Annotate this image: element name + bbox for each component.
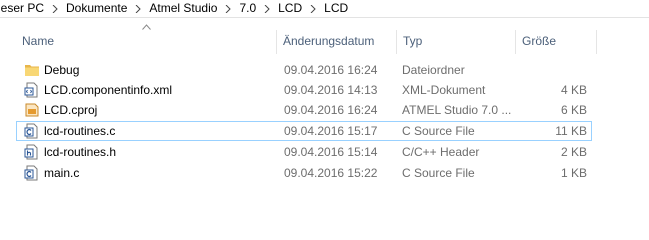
file-name: lcd-routines.c [44,124,116,138]
file-date: 09.04.2016 15:22 [284,166,378,180]
file-size: 1 KB [560,166,587,180]
breadcrumb-7-0[interactable]: 7.0 [235,0,260,17]
breadcrumb-this-pc[interactable]: ieser PC [0,0,48,17]
file-size: 4 KB [560,83,587,97]
folder-icon [25,65,39,76]
file-row-cproj[interactable]: LCD.cproj 09.04.2016 16:24 ATMEL Studio … [16,100,592,120]
chevron-right-icon[interactable] [221,0,235,17]
chevron-right-icon[interactable] [306,0,320,17]
atmel-project-icon [25,103,39,117]
file-size: 2 KB [560,145,587,159]
breadcrumb-lcd-parent[interactable]: LCD [274,0,306,17]
file-date: 09.04.2016 16:24 [284,103,378,117]
file-date: 09.04.2016 15:17 [284,124,378,138]
header-file-icon [24,144,38,160]
file-type: Dateiordner [402,63,465,77]
file-date: 09.04.2016 16:24 [284,63,378,77]
column-divider[interactable] [396,30,397,54]
column-name[interactable]: Name [22,30,54,52]
file-name: Debug [44,63,80,77]
file-name: lcd-routines.h [44,145,117,159]
chevron-right-icon[interactable] [48,0,62,17]
file-type: ATMEL Studio 7.0 ... [402,103,512,117]
c-source-file-icon [24,165,38,181]
chevron-right-icon[interactable] [260,0,274,17]
breadcrumb-atmel-studio[interactable]: Atmel Studio [145,0,221,17]
file-row-lcd-routines-c[interactable]: lcd-routines.c 09.04.2016 15:17 C Source… [16,121,592,141]
xml-file-icon [24,82,38,98]
file-name: LCD.cproj [44,103,98,117]
file-type: C/C++ Header [402,145,480,159]
column-header: Name Änderungsdatum Typ Größe [0,24,649,54]
file-row-main-c[interactable]: main.c 09.04.2016 15:22 C Source File 1 … [16,163,592,183]
column-size[interactable]: Größe [522,30,556,52]
breadcrumb-lcd-current[interactable]: LCD [320,0,352,17]
sort-ascending-icon [142,24,151,30]
chevron-right-icon[interactable] [131,0,145,17]
file-name: LCD.componentinfo.xml [44,83,173,97]
file-type: XML-Dokument [402,83,486,97]
column-type[interactable]: Typ [403,30,422,52]
file-row-debug[interactable]: Debug 09.04.2016 16:24 Dateiordner [16,60,592,80]
breadcrumb: ieser PC Dokumente Atmel Studio 7.0 LCD … [0,0,649,18]
file-size: 6 KB [560,103,587,117]
column-divider[interactable] [596,30,597,54]
file-date: 09.04.2016 15:14 [284,145,378,159]
file-type: C Source File [402,166,475,180]
column-date[interactable]: Änderungsdatum [283,30,374,52]
file-name: main.c [44,166,80,180]
breadcrumb-dokumente[interactable]: Dokumente [62,0,131,17]
file-row-lcd-routines-h[interactable]: lcd-routines.h 09.04.2016 15:14 C/C++ He… [16,142,592,162]
file-row-componentinfo[interactable]: LCD.componentinfo.xml 09.04.2016 14:13 X… [16,80,592,100]
file-size: 11 KB [555,124,587,138]
column-divider[interactable] [276,30,277,54]
column-divider[interactable] [515,30,516,54]
file-date: 09.04.2016 14:13 [284,83,378,97]
file-type: C Source File [402,124,475,138]
c-source-file-icon [24,123,38,139]
